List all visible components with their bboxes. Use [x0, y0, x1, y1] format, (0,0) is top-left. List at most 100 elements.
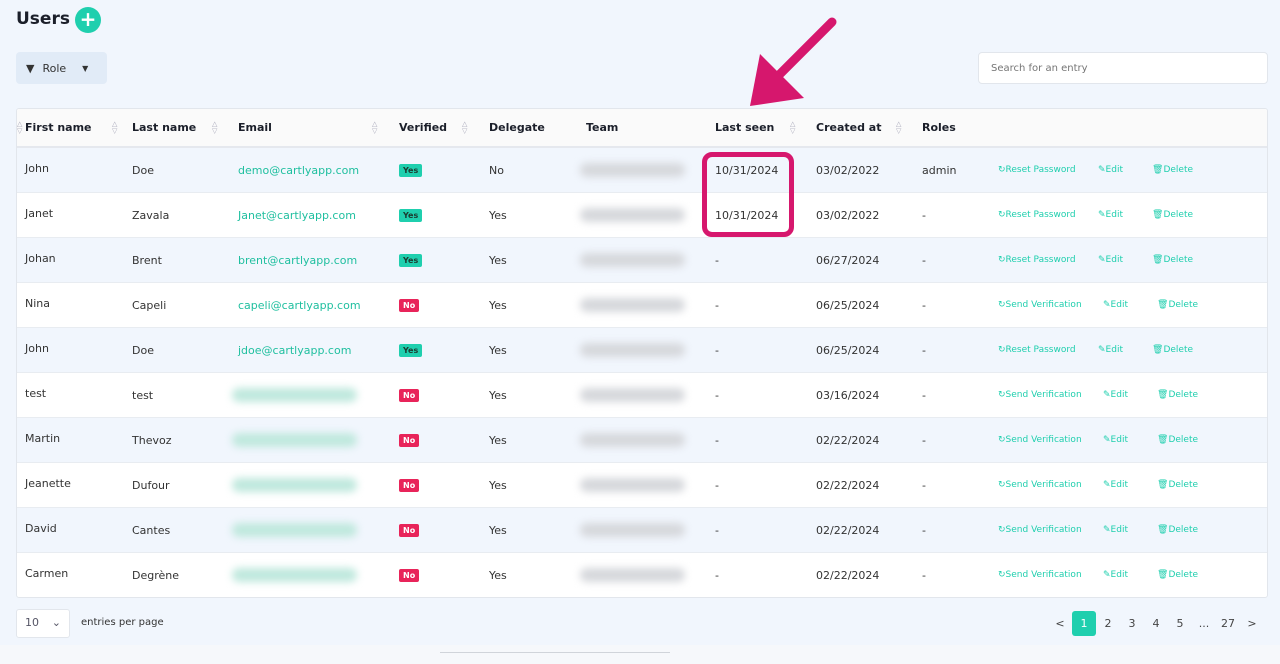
delete-button[interactable]: 🗑 Delete — [1157, 373, 1198, 417]
edit-button[interactable]: ✎ Edit — [1103, 373, 1128, 417]
footer-area — [0, 645, 1280, 664]
delete-button[interactable]: 🗑 Delete — [1157, 283, 1198, 327]
last-seen: - — [715, 343, 719, 357]
table-row: Jeanette Dufour No Yes - 02/22/2024 - ↻ S… — [17, 463, 1267, 508]
team-redacted — [580, 238, 685, 282]
table-row: John Doe demo@cartlyapp.com Yes No 10/31… — [17, 148, 1267, 193]
column-header[interactable]: Team — [586, 109, 618, 146]
column-header[interactable]: Verified — [399, 109, 447, 146]
team-redacted — [580, 508, 685, 552]
team-redacted — [580, 283, 685, 327]
reset-password-button[interactable]: ↻ Reset Password — [998, 238, 1076, 282]
send-verification-button[interactable]: ↻ Send Verification — [998, 418, 1082, 462]
created-at: 02/22/2024 — [816, 568, 880, 582]
delete-button[interactable]: 🗑 Delete — [1157, 508, 1198, 552]
roles: - — [922, 343, 926, 357]
page-button[interactable]: 2 — [1096, 611, 1120, 636]
table-header: First name △ ▽ Last name △ ▽ Email △ ▽ Verified △ ▽… — [17, 109, 1267, 148]
verified-badge: No — [399, 553, 420, 597]
per-page-select[interactable]: 10 ⌄ — [16, 609, 70, 638]
verified-badge: Yes — [399, 238, 423, 282]
created-at: 06/27/2024 — [816, 253, 880, 267]
column-header[interactable]: Roles — [922, 109, 956, 146]
verified-badge: No — [399, 283, 420, 327]
sort-icon[interactable]: △ ▽ — [212, 121, 217, 135]
edit-button[interactable]: ✎ Edit — [1098, 238, 1123, 282]
email-link[interactable]: Janet@cartlyapp.com — [238, 193, 356, 237]
page-button[interactable]: 4 — [1144, 611, 1168, 636]
email-redacted — [232, 463, 357, 507]
send-verification-button[interactable]: ↻ Send Verification — [998, 283, 1082, 327]
roles: - — [922, 433, 926, 447]
send-verification-button[interactable]: ↻ Send Verification — [998, 508, 1082, 552]
edit-button[interactable]: ✎ Edit — [1103, 283, 1128, 327]
last-name: Doe — [132, 343, 154, 357]
last-seen: - — [715, 523, 719, 537]
send-verification-button[interactable]: ↻ Send Verification — [998, 553, 1082, 597]
per-page-label: entries per page — [81, 617, 164, 628]
caret-down-icon: ▼ — [82, 63, 89, 73]
page-button[interactable]: 5 — [1168, 611, 1192, 636]
page-button[interactable]: < — [1048, 611, 1072, 636]
page-button[interactable]: ... — [1192, 611, 1216, 636]
verified-badge: Yes — [399, 328, 423, 372]
add-user-button[interactable]: + — [75, 7, 101, 33]
edit-button[interactable]: ✎ Edit — [1103, 553, 1128, 597]
sort-icon[interactable]: △ ▽ — [896, 121, 901, 135]
column-header[interactable]: First name — [25, 109, 92, 146]
page-title: Users — [16, 9, 70, 29]
first-name: Jeanette — [25, 476, 71, 490]
send-verification-button[interactable]: ↻ Send Verification — [998, 373, 1082, 417]
reset-password-button[interactable]: ↻ Reset Password — [998, 148, 1076, 192]
last-name: test — [132, 388, 154, 402]
reset-password-button[interactable]: ↻ Reset Password — [998, 193, 1076, 237]
first-name: Nina — [25, 296, 50, 310]
delete-button[interactable]: 🗑 Delete — [1152, 148, 1193, 192]
sort-icon[interactable]: △ ▽ — [372, 121, 377, 135]
email-link[interactable]: capeli@cartlyapp.com — [238, 283, 361, 327]
delete-button[interactable]: 🗑 Delete — [1157, 418, 1198, 462]
sort-icon[interactable]: △ ▽ — [462, 121, 467, 135]
annotation-arrow-icon — [750, 17, 837, 106]
delete-button[interactable]: 🗑 Delete — [1157, 553, 1198, 597]
table-row: Carmen Degrène No Yes - 02/22/2024 - ↻ Se… — [17, 553, 1267, 597]
role-filter-button[interactable]: ▼ Role ▼ — [16, 52, 107, 84]
sort-icon[interactable]: △ ▽ — [112, 121, 117, 135]
column-header[interactable]: Email — [238, 109, 272, 146]
created-at: 06/25/2024 — [816, 343, 880, 357]
page-button[interactable]: 3 — [1120, 611, 1144, 636]
delete-button[interactable]: 🗑 Delete — [1152, 193, 1193, 237]
edit-button[interactable]: ✎ Edit — [1098, 193, 1123, 237]
page-button[interactable]: 27 — [1216, 611, 1240, 636]
delegate: Yes — [489, 343, 507, 357]
delete-button[interactable]: 🗑 Delete — [1152, 238, 1193, 282]
sort-icon[interactable]: △ ▽ — [17, 121, 22, 135]
created-at: 06/25/2024 — [816, 298, 880, 312]
email-link[interactable]: brent@cartlyapp.com — [238, 238, 357, 282]
email-link[interactable]: demo@cartlyapp.com — [238, 148, 359, 192]
delete-button[interactable]: 🗑 Delete — [1152, 328, 1193, 372]
last-seen: - — [715, 433, 719, 447]
roles: - — [922, 568, 926, 582]
verified-badge: Yes — [399, 148, 423, 192]
edit-button[interactable]: ✎ Edit — [1103, 508, 1128, 552]
search-input[interactable] — [978, 52, 1268, 84]
reset-password-button[interactable]: ↻ Reset Password — [998, 328, 1076, 372]
roles: - — [922, 298, 926, 312]
edit-button[interactable]: ✎ Edit — [1098, 328, 1123, 372]
edit-button[interactable]: ✎ Edit — [1103, 463, 1128, 507]
page-button[interactable]: 1 — [1072, 611, 1096, 636]
send-verification-button[interactable]: ↻ Send Verification — [998, 463, 1082, 507]
table-row: Nina Capeli capeli@cartlyapp.com No Yes … — [17, 283, 1267, 328]
table-row: Johan Brent brent@cartlyapp.com Yes Yes … — [17, 238, 1267, 283]
edit-button[interactable]: ✎ Edit — [1103, 418, 1128, 462]
page-button[interactable]: > — [1240, 611, 1264, 636]
column-header[interactable]: Last name — [132, 109, 196, 146]
last-name: Degrène — [132, 568, 180, 582]
delete-button[interactable]: 🗑 Delete — [1157, 463, 1198, 507]
column-header[interactable]: Delegate — [489, 109, 545, 146]
roles: - — [922, 388, 926, 402]
edit-button[interactable]: ✎ Edit — [1098, 148, 1123, 192]
email-link[interactable]: jdoe@cartlyapp.com — [238, 328, 351, 372]
delegate: Yes — [489, 298, 507, 312]
